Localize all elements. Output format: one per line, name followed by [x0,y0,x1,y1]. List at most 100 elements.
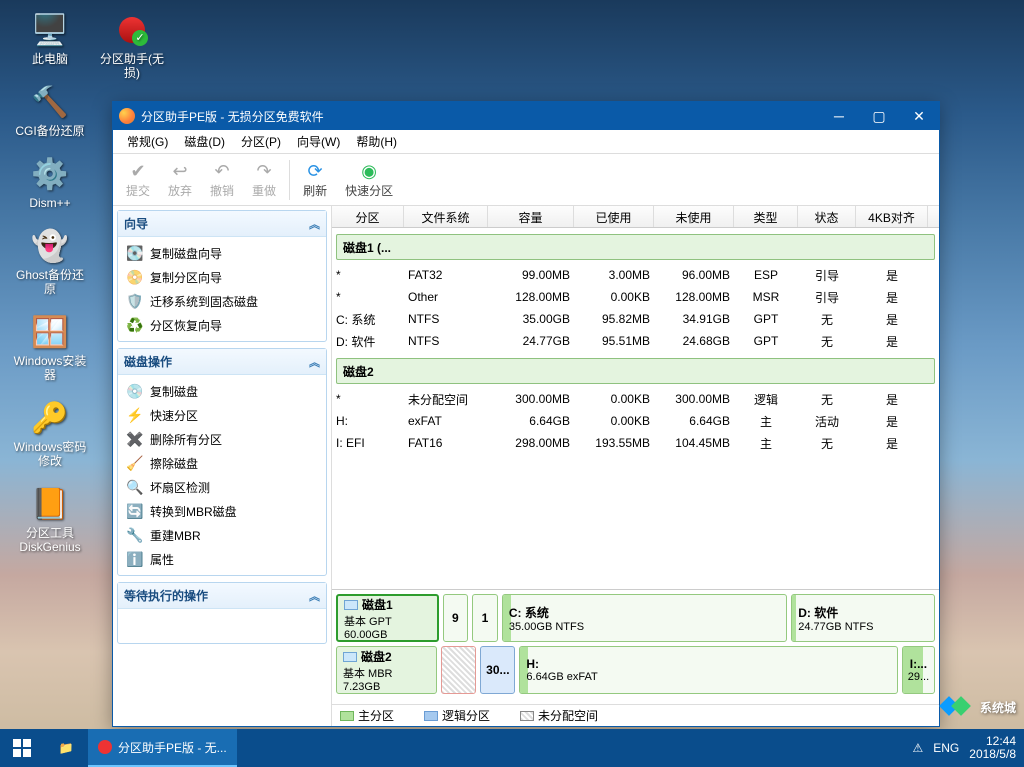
desktop-icon-diskgenius[interactable]: 📙分区工具DiskGenius [12,484,88,554]
undo-button[interactable]: ↶撤销 [201,156,243,204]
disk-group-header[interactable]: 磁盘2 [336,358,935,384]
menu-help[interactable]: 帮助(H) [348,130,405,153]
partition-row[interactable]: H:exFAT6.64GB0.00KB6.64GB主活动是 [332,410,939,432]
partition-row[interactable]: C: 系统NTFS35.00GB95.82MB34.91GBGPT无是 [332,308,939,330]
partition-assistant-window: 分区助手PE版 - 无损分区免费软件 ─ ▢ ✕ 常规(G) 磁盘(D) 分区(… [112,101,940,727]
op-rebuild-mbr[interactable]: 🔧重建MBR [120,523,324,547]
redo-button[interactable]: ↷重做 [243,156,285,204]
op-bad-sector[interactable]: 🔍坏扇区检测 [120,475,324,499]
ghost-icon: 👻 [30,226,70,266]
menu-wizard[interactable]: 向导(W) [289,130,348,153]
partition-row[interactable]: *Other128.00MB0.00KB128.00MBMSR引导是 [332,286,939,308]
col-state[interactable]: 状态 [798,206,856,227]
desktop-icon-cgi[interactable]: 🔨CGI备份还原 [12,82,88,138]
diskmap-partition[interactable]: D: 软件24.77GB NTFS [791,594,935,642]
panel-pending-header[interactable]: 等待执行的操作︽ [118,583,326,609]
desktop-icon-ghost[interactable]: 👻Ghost备份还原 [12,226,88,296]
close-button[interactable]: ✕ [899,102,939,130]
partition-row[interactable]: *FAT3299.00MB3.00MB96.00MBESP引导是 [332,264,939,286]
key-icon: 🔑 [30,398,70,438]
desktop-icon-partition-assistant[interactable]: ✓分区助手(无损) [94,10,170,80]
grid-body[interactable]: 磁盘1 (... *FAT3299.00MB3.00MB96.00MBESP引导是… [332,228,939,589]
op-delete-all[interactable]: ✖️删除所有分区 [120,427,324,451]
diskmap-partition[interactable]: C: 系统35.00GB NTFS [502,594,787,642]
hammer-icon: 🔨 [30,82,70,122]
menu-partition[interactable]: 分区(P) [233,130,289,153]
main-content: 分区 文件系统 容量 已使用 未使用 类型 状态 4KB对齐 磁盘1 (... *… [331,206,939,726]
col-type[interactable]: 类型 [734,206,798,227]
tray-notification-icon[interactable]: ⚠ [913,741,924,755]
watermark: 系统城 [938,689,1016,725]
menu-general[interactable]: 常规(G) [119,130,176,153]
diskmap-partition[interactable]: 30... [480,646,515,694]
op-properties[interactable]: ℹ️属性 [120,547,324,571]
col-filesystem[interactable]: 文件系统 [404,206,488,227]
partition-row[interactable]: I: EFIFAT16298.00MB193.55MB104.45MB主无是 [332,432,939,454]
col-capacity[interactable]: 容量 [488,206,574,227]
partition-row[interactable]: *未分配空间300.00MB0.00KB300.00MB逻辑无是 [332,388,939,410]
discard-button[interactable]: ↩放弃 [159,156,201,204]
op-quick-partition[interactable]: ⚡快速分区 [120,403,324,427]
app-icon [119,108,135,124]
col-partition[interactable]: 分区 [332,206,404,227]
toolbar: ✔提交 ↩放弃 ↶撤销 ↷重做 ⟳刷新 ◉快速分区 [113,154,939,206]
maximize-button[interactable]: ▢ [859,102,899,130]
wizard-copy-disk[interactable]: 💽复制磁盘向导 [120,241,324,265]
diskmap-partition[interactable]: I:...29... [902,646,935,694]
tray-clock[interactable]: 12:442018/5/8 [969,735,1016,761]
taskbar-explorer-icon[interactable]: 📁 [44,729,88,767]
panel-wizard-header[interactable]: 向导︽ [118,211,326,237]
chevron-up-icon[interactable]: ︽ [309,354,320,370]
globe-icon: ◉ [358,160,380,182]
wizard-recover-partition[interactable]: ♻️分区恢复向导 [120,313,324,337]
check-icon: ✔ [127,160,149,182]
refresh-icon: ⟳ [304,160,326,182]
chevron-up-icon[interactable]: ︽ [309,588,320,604]
diskmap-disk-info[interactable]: 磁盘2基本 MBR7.23GB [336,646,437,694]
desktop-icon-dism[interactable]: ⚙️Dism++ [12,154,88,210]
titlebar[interactable]: 分区助手PE版 - 无损分区免费软件 ─ ▢ ✕ [113,102,939,130]
quick-icon: ⚡ [126,406,144,424]
op-copy-disk[interactable]: 💿复制磁盘 [120,379,324,403]
partition-row[interactable]: D: 软件NTFS24.77GB95.51MB24.68GBGPT无是 [332,330,939,352]
diskmap-partition[interactable] [441,646,476,694]
rebuild-icon: 🔧 [126,526,144,544]
minimize-button[interactable]: ─ [819,102,859,130]
col-used[interactable]: 已使用 [574,206,654,227]
diskmap-partition[interactable]: 1 [472,594,498,642]
diskmap-partition[interactable]: 9 [443,594,469,642]
diskmap-row: 磁盘2基本 MBR7.23GB 30...H:6.64GB exFATI:...2… [336,646,935,694]
partition-icon: ✓ [112,10,152,50]
sidebar: 向导︽ 💽复制磁盘向导 📀复制分区向导 🛡️迁移系统到固态磁盘 ♻️分区恢复向导… [113,206,331,726]
wizard-migrate-ssd[interactable]: 🛡️迁移系统到固态磁盘 [120,289,324,313]
watermark-logo-icon [938,689,974,725]
gear-icon: ⚙️ [30,154,70,194]
book-icon: 📙 [30,484,70,524]
quick-partition-button[interactable]: ◉快速分区 [336,156,402,204]
wizard-copy-partition[interactable]: 📀复制分区向导 [120,265,324,289]
chevron-up-icon[interactable]: ︽ [309,216,320,232]
col-free[interactable]: 未使用 [654,206,734,227]
refresh-button[interactable]: ⟳刷新 [294,156,336,204]
op-convert-mbr[interactable]: 🔄转换到MBR磁盘 [120,499,324,523]
commit-button[interactable]: ✔提交 [117,156,159,204]
taskbar-app-partition[interactable]: 分区助手PE版 - 无... [88,729,237,767]
panel-diskops-header[interactable]: 磁盘操作︽ [118,349,326,375]
tray-lang[interactable]: ENG [933,741,959,755]
convert-icon: 🔄 [126,502,144,520]
op-wipe-disk[interactable]: 🧹擦除磁盘 [120,451,324,475]
start-button[interactable] [0,729,44,767]
disk-group-header[interactable]: 磁盘1 (... [336,234,935,260]
diskmap-disk-info[interactable]: 磁盘1基本 GPT60.00GB [336,594,439,642]
legend: 主分区 逻辑分区 未分配空间 [332,704,939,726]
desktop-icon-pc[interactable]: 🖥️此电脑 [12,10,88,66]
diskmap-partition[interactable]: H:6.64GB exFAT [519,646,897,694]
disk-map: 磁盘1基本 GPT60.00GB91C: 系统35.00GB NTFSD: 软件… [332,589,939,702]
menu-disk[interactable]: 磁盘(D) [176,130,233,153]
col-align[interactable]: 4KB对齐 [856,206,928,227]
panel-pending: 等待执行的操作︽ [117,582,327,644]
desktop-icon-wininstall[interactable]: 🪟Windows安装器 [12,312,88,382]
properties-icon: ℹ️ [126,550,144,568]
desktop-icon-winpass[interactable]: 🔑Windows密码修改 [12,398,88,468]
legend-logical: 逻辑分区 [424,707,490,724]
